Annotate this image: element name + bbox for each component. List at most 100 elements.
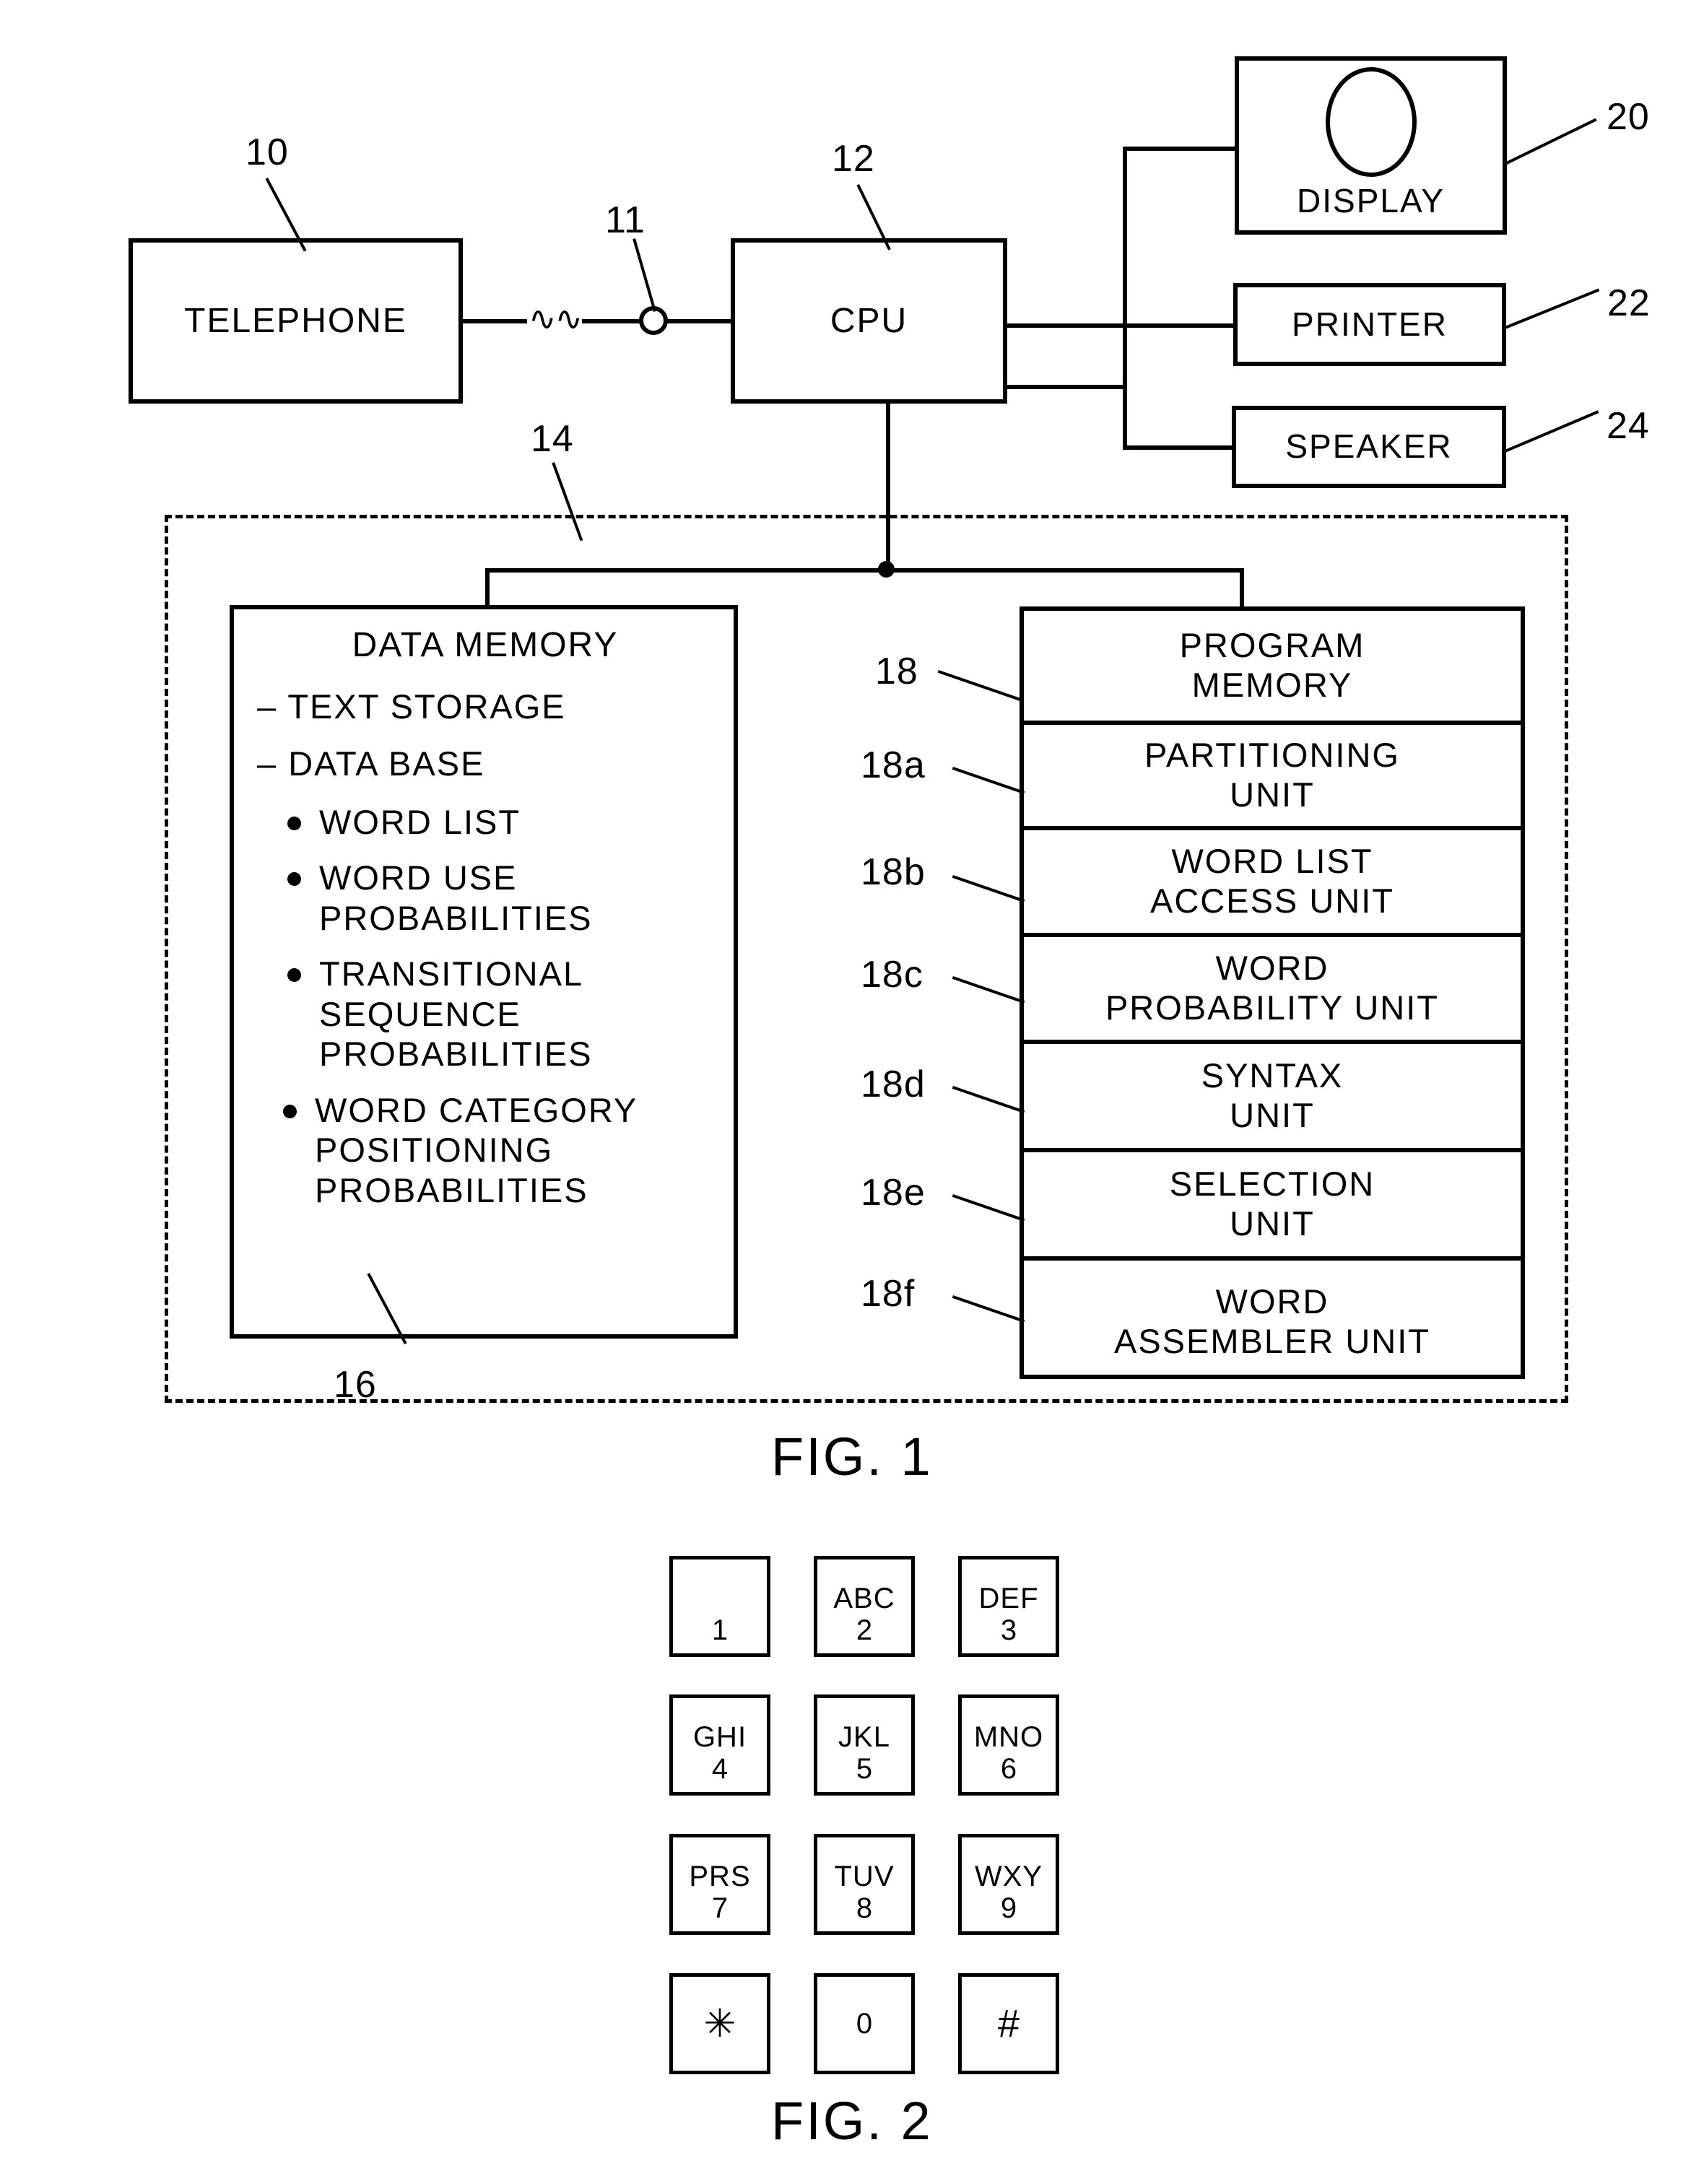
ref-numeral-24: 24 bbox=[1607, 405, 1650, 447]
telephone-to-node-line-right bbox=[582, 319, 643, 323]
program-memory-row-18e-label: SELECTION UNIT bbox=[1169, 1165, 1375, 1243]
keypad-key-1-digit: 1 bbox=[711, 1614, 729, 1646]
node-to-cpu-line bbox=[667, 319, 732, 323]
keypad-key-5-digit: 5 bbox=[856, 1753, 873, 1785]
program-memory-row-18a: PARTITIONING UNIT bbox=[1024, 725, 1521, 830]
figure-2-caption: FIG. 2 bbox=[771, 2091, 933, 2151]
keypad-key-9-digit: 9 bbox=[1000, 1892, 1017, 1924]
line-break-symbol: ∿∿ bbox=[527, 300, 583, 337]
printer-label: PRINTER bbox=[1292, 305, 1448, 343]
keypad-key-6-letters: MNO bbox=[973, 1721, 1044, 1753]
leader-line-11 bbox=[633, 238, 656, 313]
speaker-feed-line bbox=[1123, 445, 1235, 450]
keypad-key-0[interactable]: 0 bbox=[814, 1973, 915, 2074]
data-memory-bullet-transitional-sequence-probabilities: TRANSITIONAL SEQUENCE PROBABILITIES bbox=[284, 954, 719, 1074]
data-memory-block: DATA MEMORY – TEXT STORAGE – DATA BASE W… bbox=[230, 605, 738, 1339]
display-block: DISPLAY bbox=[1235, 56, 1507, 235]
printer-block: PRINTER bbox=[1233, 283, 1506, 366]
memory-bus-line bbox=[485, 568, 1242, 573]
keypad-key-star[interactable]: ✳ bbox=[669, 1973, 770, 2074]
ref-numeral-10: 10 bbox=[245, 131, 289, 173]
ref-numeral-12: 12 bbox=[832, 138, 875, 180]
program-memory-row-18b-label: WORD LIST ACCESS UNIT bbox=[1150, 842, 1394, 920]
cpu-to-speaker-line-upper bbox=[1007, 385, 1125, 389]
keypad-key-3-digit: 3 bbox=[1000, 1614, 1017, 1646]
cpu-label: CPU bbox=[830, 301, 908, 340]
program-memory-row-18a-label: PARTITIONING UNIT bbox=[1144, 736, 1400, 814]
cpu-to-display-riser bbox=[1123, 147, 1127, 389]
keypad-key-3-letters: DEF bbox=[978, 1583, 1039, 1614]
keypad-key-7-digit: 7 bbox=[711, 1892, 729, 1924]
cpu-to-printer-line bbox=[1007, 323, 1235, 328]
speaker-block: SPEAKER bbox=[1232, 406, 1506, 488]
keypad-key-0-digit: 0 bbox=[856, 2008, 873, 2040]
data-memory-dash-item-text-storage: – TEXT STORAGE bbox=[257, 687, 566, 726]
ref-numeral-20: 20 bbox=[1607, 96, 1650, 138]
bus-junction-dot bbox=[878, 561, 895, 578]
program-memory-row-18c-label: WORD PROBABILITY UNIT bbox=[1105, 949, 1440, 1027]
leader-line-20 bbox=[1505, 118, 1597, 165]
keypad-key-2-letters: ABC bbox=[833, 1583, 895, 1614]
telephone-label: TELEPHONE bbox=[184, 301, 407, 340]
ref-numeral-22: 22 bbox=[1607, 282, 1651, 324]
keypad-key-8-digit: 8 bbox=[856, 1892, 873, 1924]
keypad-key-8-letters: TUV bbox=[834, 1861, 895, 1892]
ref-numeral-18b: 18b bbox=[861, 851, 926, 893]
cpu-block: CPU bbox=[731, 238, 1007, 404]
patent-figure-sheet: TELEPHONE 10 ∿∿ 11 CPU 12 DISPLAY 20 PRI… bbox=[0, 0, 1704, 2184]
keypad-key-4-digit: 4 bbox=[711, 1753, 729, 1785]
ref-numeral-14: 14 bbox=[531, 418, 574, 460]
program-memory-row-18c: WORD PROBABILITY UNIT bbox=[1024, 937, 1521, 1044]
program-memory-row-18d-label: SYNTAX UNIT bbox=[1201, 1056, 1344, 1134]
figure-1-caption: FIG. 1 bbox=[771, 1427, 933, 1487]
cpu-to-speaker-riser bbox=[1123, 385, 1127, 445]
keypad-key-8[interactable]: TUV 8 bbox=[814, 1834, 915, 1935]
keypad-key-2[interactable]: ABC 2 bbox=[814, 1556, 915, 1657]
ref-numeral-18c: 18c bbox=[861, 954, 923, 996]
data-memory-bullet-word-list: WORD LIST bbox=[284, 802, 719, 842]
keypad-key-5[interactable]: JKL 5 bbox=[814, 1694, 915, 1796]
keypad-key-4[interactable]: GHI 4 bbox=[669, 1694, 770, 1796]
data-memory-bullet-word-use-probabilities: WORD USE PROBABILITIES bbox=[284, 858, 719, 938]
display-feed-line bbox=[1123, 147, 1237, 151]
program-memory-stack: PROGRAM MEMORY PARTITIONING UNIT WORD LI… bbox=[1020, 606, 1525, 1379]
display-label: DISPLAY bbox=[1297, 182, 1445, 220]
program-memory-row-18f-label: WORD ASSEMBLER UNIT bbox=[1113, 1282, 1431, 1360]
program-memory-row-18d: SYNTAX UNIT bbox=[1024, 1044, 1521, 1152]
keypad-key-6-digit: 6 bbox=[1000, 1753, 1017, 1785]
keypad-key-4-letters: GHI bbox=[692, 1721, 747, 1753]
ref-numeral-18: 18 bbox=[875, 651, 918, 692]
data-memory-dash-item-data-base: – DATA BASE bbox=[257, 744, 485, 783]
keypad-key-9-letters: WXY bbox=[974, 1861, 1043, 1892]
program-memory-row-18f: WORD ASSEMBLER UNIT bbox=[1024, 1261, 1521, 1383]
ref-numeral-18d: 18d bbox=[861, 1063, 926, 1105]
telephone-block: TELEPHONE bbox=[129, 238, 463, 404]
ref-numeral-18a: 18a bbox=[861, 744, 926, 786]
keypad-key-5-letters: JKL bbox=[838, 1721, 890, 1753]
program-memory-row-18: PROGRAM MEMORY bbox=[1024, 611, 1521, 725]
keypad-key-2-digit: 2 bbox=[856, 1614, 873, 1646]
keypad-key-7-letters: PRS bbox=[689, 1861, 751, 1892]
keypad-key-1[interactable]: 1 bbox=[669, 1556, 770, 1657]
program-memory-row-18e: SELECTION UNIT bbox=[1024, 1152, 1521, 1261]
ref-numeral-18e: 18e bbox=[861, 1172, 926, 1214]
data-memory-title: DATA MEMORY bbox=[352, 626, 619, 664]
ref-numeral-11: 11 bbox=[605, 199, 645, 241]
keypad-key-9[interactable]: WXY 9 bbox=[958, 1834, 1059, 1935]
keypad-key-star-symbol: ✳ bbox=[703, 2002, 736, 2045]
bus-to-data-memory-drop bbox=[485, 568, 490, 606]
leader-line-24 bbox=[1505, 410, 1599, 453]
bus-to-program-memory-drop bbox=[1240, 568, 1244, 606]
keypad-key-3[interactable]: DEF 3 bbox=[958, 1556, 1059, 1657]
keypad-key-pound-symbol: # bbox=[997, 2002, 1020, 2045]
program-memory-row-18b: WORD LIST ACCESS UNIT bbox=[1024, 830, 1521, 937]
crt-screen-icon bbox=[1325, 67, 1417, 178]
ref-numeral-16: 16 bbox=[334, 1364, 377, 1406]
keypad-key-6[interactable]: MNO 6 bbox=[958, 1694, 1059, 1796]
data-memory-bullet-word-category-positioning-probabilities: WORD CATEGORY POSITIONING PROBABILITIES bbox=[280, 1090, 719, 1210]
keypad-key-7[interactable]: PRS 7 bbox=[669, 1834, 770, 1935]
program-memory-row-18-label: PROGRAM MEMORY bbox=[1179, 626, 1365, 704]
speaker-label: SPEAKER bbox=[1285, 427, 1453, 466]
ref-numeral-18f: 18f bbox=[861, 1273, 916, 1315]
keypad-key-pound[interactable]: # bbox=[958, 1973, 1059, 2074]
